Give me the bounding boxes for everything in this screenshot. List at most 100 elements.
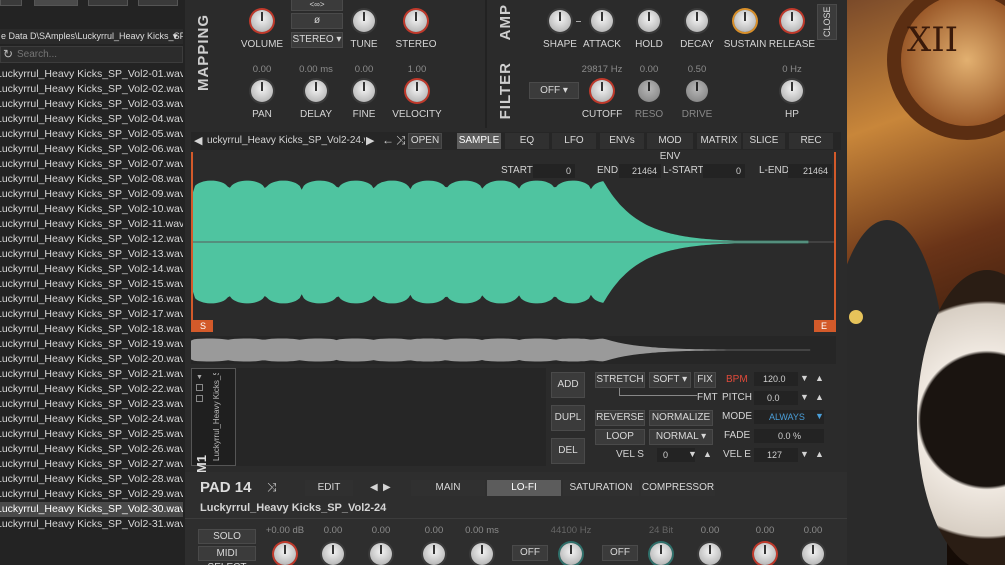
release-knob[interactable] <box>781 10 803 32</box>
file-item[interactable]: Luckyrrul_Heavy Kicks_SP_Vol2-28.wav <box>0 472 183 487</box>
file-item[interactable]: Luckyrrul_Heavy Kicks_SP_Vol2-20.wav <box>0 352 183 367</box>
pan-knob[interactable] <box>251 80 273 102</box>
bpm-up-icon[interactable]: ▲ <box>815 373 824 383</box>
reverse-button[interactable]: REVERSE <box>595 410 645 426</box>
shape-knob[interactable] <box>549 10 571 32</box>
file-item[interactable]: Luckyrrul_Heavy Kicks_SP_Vol2-31.wav <box>0 517 183 532</box>
tab-rec[interactable]: REC <box>789 133 833 149</box>
file-item[interactable]: Luckyrrul_Heavy Kicks_SP_Vol2-26.wav <box>0 442 183 457</box>
slot-checkbox-2[interactable] <box>196 395 203 402</box>
shuffle-pad-icon[interactable]: ⤨ <box>267 480 277 495</box>
normalize-button[interactable]: NORMALIZE <box>649 410 713 426</box>
pad-tab-compressor[interactable]: COMPRESSOR <box>641 480 715 496</box>
file-item[interactable]: Luckyrrul_Heavy Kicks_SP_Vol2-13.wav <box>0 247 183 262</box>
pitch-up-icon[interactable]: ▲ <box>815 392 824 402</box>
loop-button[interactable]: LOOP <box>595 429 645 445</box>
delay-knob[interactable] <box>305 80 327 102</box>
file-item[interactable]: Luckyrrul_Heavy Kicks_SP_Vol2-23.wav <box>0 397 183 412</box>
pitch-down-icon[interactable]: ▼ <box>800 392 809 402</box>
file-item[interactable]: Luckyrrul_Heavy Kicks_SP_Vol2-24.wav <box>0 412 183 427</box>
decay-knob[interactable] <box>686 10 708 32</box>
tune-knob[interactable] <box>353 10 375 32</box>
attack-knob[interactable] <box>591 10 613 32</box>
solo-button[interactable]: SOLO <box>198 529 256 544</box>
back-arrow-icon[interactable]: ← <box>382 133 394 147</box>
slot-toggle-icon[interactable]: ▼ <box>196 374 203 381</box>
pad-param-knob[interactable] <box>322 543 344 565</box>
pad-param-knob[interactable] <box>370 543 392 565</box>
file-item[interactable]: Luckyrrul_Heavy Kicks_SP_Vol2-02.wav <box>0 82 183 97</box>
tab-lfo[interactable]: LFO <box>552 133 596 149</box>
link-button[interactable]: <∞> <box>291 0 343 11</box>
file-item[interactable]: Luckyrrul_Heavy Kicks_SP_Vol2-08.wav <box>0 172 183 187</box>
close-button[interactable]: CLOSE <box>817 4 837 40</box>
file-item[interactable]: Luckyrrul_Heavy Kicks_SP_Vol2-06.wav <box>0 142 183 157</box>
browser-tab-2[interactable] <box>34 0 78 6</box>
sustain-knob[interactable] <box>734 10 756 32</box>
file-item[interactable]: Luckyrrul_Heavy Kicks_SP_Vol2-22.wav <box>0 382 183 397</box>
file-item[interactable]: Luckyrrul_Heavy Kicks_SP_Vol2-11.wav <box>0 217 183 232</box>
prev-pad-icon[interactable]: ◀ <box>370 482 378 493</box>
file-item[interactable]: Luckyrrul_Heavy Kicks_SP_Vol2-04.wav <box>0 112 183 127</box>
stretch-button[interactable]: STRETCH <box>595 372 645 388</box>
tab-slice[interactable]: SLICE <box>743 133 785 149</box>
add-button[interactable]: ADD <box>551 372 585 398</box>
fade-field[interactable]: 0.0 % <box>754 429 824 443</box>
tab-eq[interactable]: EQ <box>505 133 549 149</box>
prev-sample-icon[interactable]: ◀ <box>194 134 202 147</box>
volume-knob[interactable] <box>251 10 273 32</box>
dupl-button[interactable]: DUPL <box>551 405 585 431</box>
pitch-field[interactable]: 0.0 <box>754 391 798 405</box>
open-button[interactable]: OPEN <box>408 133 442 149</box>
shuffle-icon[interactable]: ⤨ <box>396 133 406 148</box>
vel-e-field[interactable]: 127 <box>754 448 798 462</box>
file-item[interactable]: Luckyrrul_Heavy Kicks_SP_Vol2-18.wav <box>0 322 183 337</box>
vel-s-up-icon[interactable]: ▲ <box>703 449 712 459</box>
next-pad-icon[interactable]: ▶ <box>383 482 391 493</box>
pad-param-knob[interactable] <box>560 543 582 565</box>
file-item[interactable]: Luckyrrul_Heavy Kicks_SP_Vol2-25.wav <box>0 427 183 442</box>
waveform-view[interactable] <box>191 152 836 332</box>
pad-param-knob[interactable] <box>471 543 493 565</box>
tab-matrix[interactable]: MATRIX <box>697 133 741 149</box>
file-item[interactable]: Luckyrrul_Heavy Kicks_SP_Vol2-14.wav <box>0 262 183 277</box>
waveform-overview[interactable] <box>191 336 836 364</box>
stereo-knob[interactable] <box>405 10 427 32</box>
lofi-off-button-2[interactable]: OFF <box>602 545 638 561</box>
file-item[interactable]: Luckyrrul_Heavy Kicks_SP_Vol2-29.wav <box>0 487 183 502</box>
midi-select-button[interactable]: MIDI SELECT <box>198 546 256 565</box>
filter-mode-select[interactable]: OFF ▾ <box>529 82 579 99</box>
file-item[interactable]: Luckyrrul_Heavy Kicks_SP_Vol2-17.wav <box>0 307 183 322</box>
mode-select[interactable]: ALWAYS <box>754 410 824 424</box>
pad-tab-saturation[interactable]: SATURATION <box>563 480 639 496</box>
empty-button[interactable]: ø <box>291 13 343 29</box>
bpm-field[interactable]: 120.0 <box>754 372 798 386</box>
file-item[interactable]: Luckyrrul_Heavy Kicks_SP_Vol2-21.wav <box>0 367 183 382</box>
next-sample-icon[interactable]: ▶ <box>366 134 374 147</box>
vel-s-down-icon[interactable]: ▼ <box>688 449 697 459</box>
hp-knob[interactable] <box>781 80 803 102</box>
bpm-down-icon[interactable]: ▼ <box>800 373 809 383</box>
slot-checkbox-1[interactable] <box>196 384 203 391</box>
pad-tab-main[interactable]: MAIN <box>411 480 485 496</box>
tab-mod-env[interactable]: MOD ENV <box>647 133 693 162</box>
file-item[interactable]: Luckyrrul_Heavy Kicks_SP_Vol2-03.wav <box>0 97 183 112</box>
pad-tab-lo-fi[interactable]: LO-FI <box>487 480 561 496</box>
file-item[interactable]: Luckyrrul_Heavy Kicks_SP_Vol2-15.wav <box>0 277 183 292</box>
vel-e-down-icon[interactable]: ▼ <box>800 449 809 459</box>
file-item[interactable]: Luckyrrul_Heavy Kicks_SP_Vol2-05.wav <box>0 127 183 142</box>
drive-knob[interactable] <box>686 80 708 102</box>
cutoff-knob[interactable] <box>591 80 613 102</box>
del-button[interactable]: DEL <box>551 438 585 464</box>
file-item[interactable]: Luckyrrul_Heavy Kicks_SP_Vol2-09.wav <box>0 187 183 202</box>
vel-e-up-icon[interactable]: ▲ <box>815 449 824 459</box>
start-marker[interactable]: S <box>193 320 213 332</box>
file-item[interactable]: Luckyrrul_Heavy Kicks_SP_Vol2-16.wav <box>0 292 183 307</box>
slot-m1[interactable]: ▼ M1 Luckyrrul_Heavy Kicks_SP_\ <box>191 368 236 473</box>
pad-param-knob[interactable] <box>754 543 776 565</box>
path-selector[interactable]: e Data D\SAmples\Luckyrrul_Heavy Kicks_S… <box>0 29 183 44</box>
search-input[interactable] <box>17 48 177 61</box>
browser-tab-4[interactable] <box>138 0 178 6</box>
hold-knob[interactable] <box>638 10 660 32</box>
fine-knob[interactable] <box>353 80 375 102</box>
